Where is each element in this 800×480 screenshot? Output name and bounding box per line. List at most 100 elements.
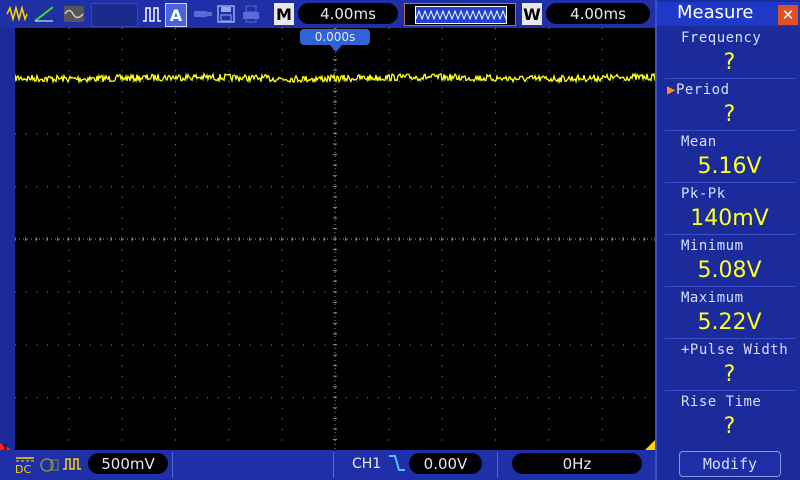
grid-dot [399,186,400,188]
coupling-indicator[interactable]: DC [15,455,35,475]
grid-dot [153,186,155,188]
grid-dot [175,80,176,82]
grid-dot [228,144,230,146]
measure-label-minimum[interactable]: Minimum [681,238,744,254]
measure-label-maximum[interactable]: Maximum [681,290,744,306]
measure-label-pulse-width[interactable]: +Pulse Width [681,342,788,358]
grid-dot [431,291,432,293]
trigger-level-marker [645,440,655,450]
separator [665,182,795,183]
window-timebase-value[interactable]: 4.00ms [546,3,650,24]
grid-dot [281,133,283,135]
waveform-overview[interactable] [404,3,516,26]
trigger-mode-auto-button[interactable]: A [165,3,187,27]
separator [665,130,795,131]
grid-dot [228,122,230,124]
grid-dot [420,80,422,82]
grid-dot [121,291,123,293]
main-timebase-value[interactable]: 4.00ms [298,3,398,24]
grid-dot [345,80,347,82]
invert-waveform-icon[interactable] [62,455,82,477]
grid-dot [271,397,272,399]
measure-label-frequency[interactable]: Frequency [681,30,761,46]
grid-dot [228,70,230,72]
grid-dot [388,386,390,388]
grid-dot [281,70,283,72]
grid-dot [431,397,432,399]
grid-dot [100,80,102,82]
grid-dot [420,133,422,135]
grid-dot [281,365,283,367]
trigger-source-label[interactable]: CH1 [352,456,381,472]
grid-dot [388,302,390,304]
grid-dot [388,70,390,72]
grid-dot [388,376,390,378]
trigger-level-value[interactable]: 0.00V [409,453,482,474]
measure-label-pkpk[interactable]: Pk-Pk [681,186,726,202]
grid-dot [281,154,283,156]
grid-dot [345,133,347,135]
acquire-normal-icon[interactable] [4,3,29,25]
grid-dot [121,418,123,420]
grid-dot [121,59,123,61]
grid-dot [228,207,230,209]
grid-dot [228,196,230,198]
grid-dot [495,302,496,304]
grid-dot [68,217,70,219]
grid-dot [175,217,176,219]
grid-dot [580,133,582,135]
grid-dot [388,428,390,430]
grid-dot [516,186,518,188]
grid-dot [228,112,230,114]
grid-dot [132,291,134,293]
close-icon[interactable]: ✕ [778,5,798,25]
acquire-average-icon[interactable] [61,3,86,25]
trigger-type-pulse-icon[interactable] [142,3,162,25]
grid-dot [601,144,603,146]
grid-dot [121,386,123,388]
grid-dot [68,270,70,272]
grid-dot [441,144,443,146]
printer-icon[interactable] [240,3,262,25]
save-icon[interactable] [215,3,237,25]
measure-label-period[interactable]: ▶Period [667,82,730,98]
grid-dot [68,91,70,93]
grid-dot [271,344,272,346]
volts-per-div[interactable]: 500mV [88,453,168,474]
grid-dot [79,397,80,399]
measure-label-mean[interactable]: Mean [681,134,717,150]
grid-dot [367,133,368,135]
grid-dot [47,291,48,293]
grid-dot [441,217,443,219]
grid-dot [441,355,443,357]
grid-dot [121,122,123,124]
grid-dot [47,133,48,135]
grid-dot [495,376,496,378]
grid-dot [559,397,560,399]
grid-dot [399,80,400,82]
grid-dot [612,80,614,82]
grid-dot [345,397,347,399]
grid-dot [15,186,16,188]
grid-dot [548,207,550,209]
trigger-position-marker[interactable]: 0.000s [300,29,370,45]
grid-dot [569,397,571,399]
grid-dot [68,428,70,430]
grid-dot [175,175,176,177]
bandwidth-limit-icon[interactable] [39,457,59,477]
measure-label-rise-time[interactable]: Rise Time [681,394,761,410]
grid-dot [377,397,379,399]
grid-dot [217,344,219,346]
grid-dot [548,407,550,409]
grid-dot [601,312,603,314]
falling-edge-icon[interactable] [388,453,406,473]
grid-dot [495,397,496,399]
grid-dot [484,186,486,188]
grid-dot [68,291,70,293]
grid-dot [68,144,70,146]
grid-dot [121,186,123,188]
modify-button[interactable]: Modify [679,451,781,477]
grid-dot [601,281,603,283]
waveform-display[interactable] [14,27,656,450]
acquire-peak-icon[interactable] [31,3,56,25]
